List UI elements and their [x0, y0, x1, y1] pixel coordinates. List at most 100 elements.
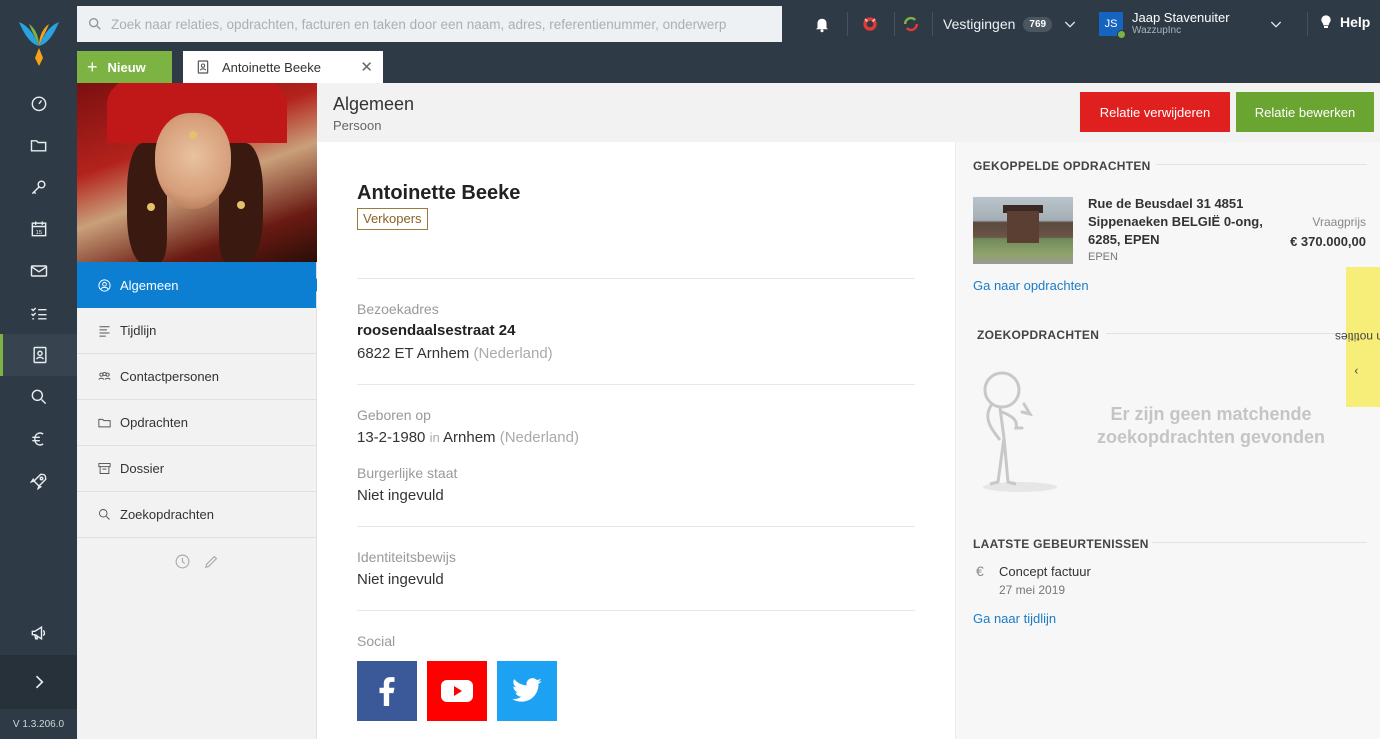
- divider: [357, 526, 915, 527]
- notifications-button[interactable]: [810, 12, 834, 36]
- nav-relations[interactable]: [0, 334, 77, 376]
- app-logo[interactable]: [0, 0, 77, 82]
- euro-icon: €: [976, 563, 984, 579]
- history-icon[interactable]: [174, 553, 191, 570]
- address-label: Bezoekadres: [357, 301, 439, 317]
- goto-timeline-link[interactable]: Ga naar tijdlijn: [973, 611, 1056, 626]
- new-button[interactable]: + Nieuw: [77, 51, 172, 83]
- plus-icon: +: [87, 56, 98, 77]
- youtube-icon: [441, 680, 473, 702]
- search-icon: [99, 509, 110, 520]
- linked-assignments-heading: GEKOPPELDE OPDRACHTEN: [973, 159, 1151, 173]
- no-search-results-message: Er zijn geen matchende zoekopdrachten ge…: [1096, 404, 1326, 447]
- nav-dashboard[interactable]: [0, 82, 77, 124]
- topbar-divider: [894, 12, 895, 36]
- page-title: Algemeen: [333, 94, 415, 114]
- lifebuoy-button[interactable]: [858, 12, 882, 36]
- checklist-icon: [30, 307, 46, 320]
- twitter-button[interactable]: [497, 661, 557, 721]
- subnav-item-contactpersonen[interactable]: Contactpersonen: [77, 354, 316, 400]
- delete-relation-button[interactable]: Relatie verwijderen: [1080, 92, 1230, 132]
- subnav-item-algemeen[interactable]: Algemeen: [77, 262, 322, 308]
- contact-card-icon: [197, 60, 209, 74]
- nav-finance[interactable]: [0, 418, 77, 460]
- subnav-item-opdrachten[interactable]: Opdrachten: [77, 400, 316, 446]
- heading-rule: [1106, 333, 1367, 334]
- thumb-house: [1007, 211, 1039, 243]
- help-label: Help: [1340, 14, 1371, 30]
- page-subtitle: Persoon: [333, 118, 382, 133]
- nav-mail[interactable]: [0, 250, 77, 292]
- id-value: Niet ingevuld: [357, 571, 444, 588]
- chevron-left-icon: ‹: [1354, 363, 1358, 378]
- subnav-item-dossier[interactable]: Dossier: [77, 446, 316, 492]
- avatar: JS: [1099, 12, 1126, 39]
- tab-label: Antoinette Beeke: [222, 59, 322, 75]
- nav-keys[interactable]: [0, 166, 77, 208]
- sync-button[interactable]: [899, 12, 923, 36]
- lightbulb-icon: [1321, 15, 1331, 28]
- notes-tab[interactable]: ‹ Geen notities: [1335, 267, 1380, 407]
- postal-city: 6822 ET Arnhem: [357, 345, 470, 362]
- subnav-item-tijdlijn[interactable]: Tijdlijn: [77, 308, 316, 354]
- search-input[interactable]: [111, 16, 771, 32]
- subnav-item-zoekopdrachten[interactable]: Zoekopdrachten: [77, 492, 316, 538]
- search-icon: [31, 389, 46, 405]
- born-city: Arnhem: [443, 429, 496, 446]
- notes-label: Geen notities: [1334, 330, 1380, 344]
- help-button[interactable]: Help: [1318, 13, 1370, 31]
- civil-status-value: Niet ingevuld: [357, 487, 444, 504]
- nav-launch[interactable]: [0, 460, 77, 502]
- relation-side-panel: GEKOPPELDE OPDRACHTEN Rue de Beusdael 31…: [955, 142, 1380, 739]
- subnav-item-label: Algemeen: [120, 277, 179, 293]
- branches-count-badge: 769: [1023, 16, 1053, 32]
- global-search[interactable]: [77, 6, 782, 42]
- contact-card-icon: [33, 346, 47, 364]
- relation-subnav: Algemeen Tijdlijn Contactpersonen Opdrac…: [77, 83, 322, 739]
- user-menu[interactable]: JS Jaap Stavenuiter WazzupInc: [1099, 10, 1284, 39]
- twitter-icon: [512, 678, 542, 702]
- divider: [357, 278, 915, 279]
- facebook-button[interactable]: [357, 661, 417, 721]
- folder-icon: [98, 418, 111, 428]
- born-country: (Nederland): [499, 429, 579, 446]
- gauge-icon: [31, 96, 46, 112]
- photo-jewel: [237, 201, 245, 209]
- nav-search[interactable]: [0, 376, 77, 418]
- topbar-divider: [847, 12, 848, 36]
- edit-relation-button[interactable]: Relatie bewerken: [1236, 92, 1374, 132]
- people-icon: [98, 371, 111, 380]
- price-label: Vraagprijs: [1312, 215, 1366, 229]
- nav-announcements[interactable]: [0, 612, 77, 654]
- born-in: in: [429, 430, 440, 445]
- bell-icon: [816, 18, 828, 33]
- app-root: 15 V 1.3.206.0 Zoek naar relaties, opdra…: [0, 0, 1380, 739]
- topbar-divider: [932, 12, 933, 36]
- goto-assignments-link[interactable]: Ga naar opdrachten: [973, 278, 1089, 293]
- pencil-icon[interactable]: [203, 553, 220, 570]
- lines-icon: [99, 326, 110, 337]
- app-version: V 1.3.206.0: [0, 709, 77, 739]
- property-address[interactable]: Rue de Beusdael 31 4851 Sippenaeken BELG…: [1088, 195, 1268, 249]
- rocket-icon: [29, 473, 46, 491]
- top-bar: Vestigingen 769 JS Jaap Stavenuiter Wazz…: [77, 0, 1380, 47]
- nav-calendar[interactable]: 15: [0, 208, 77, 250]
- divider: [357, 384, 915, 385]
- nav-tasks[interactable]: [0, 292, 77, 334]
- tab-antoinette-beeke[interactable]: Antoinette Beeke ✕: [183, 51, 383, 83]
- divider: [357, 610, 915, 611]
- event-date: 27 mei 2019: [999, 583, 1066, 597]
- expand-rail-button[interactable]: [0, 655, 77, 709]
- branches-selector[interactable]: Vestigingen 769: [943, 13, 1078, 35]
- nav-folders[interactable]: [0, 124, 77, 166]
- event-title[interactable]: Concept factuur: [999, 564, 1091, 579]
- close-icon[interactable]: ✕: [360, 58, 373, 76]
- property-thumbnail[interactable]: [973, 197, 1073, 264]
- photo-face: [155, 113, 231, 209]
- relation-name: Antoinette Beeke: [357, 182, 521, 204]
- user-name: Jaap Stavenuiter: [1132, 10, 1230, 25]
- latest-events-heading: LAATSTE GEBEURTENISSEN: [973, 537, 1149, 551]
- search-assignments-heading: ZOEKOPDRACHTEN: [977, 328, 1100, 342]
- youtube-button[interactable]: [427, 661, 487, 721]
- left-rail: 15 V 1.3.206.0: [0, 0, 77, 739]
